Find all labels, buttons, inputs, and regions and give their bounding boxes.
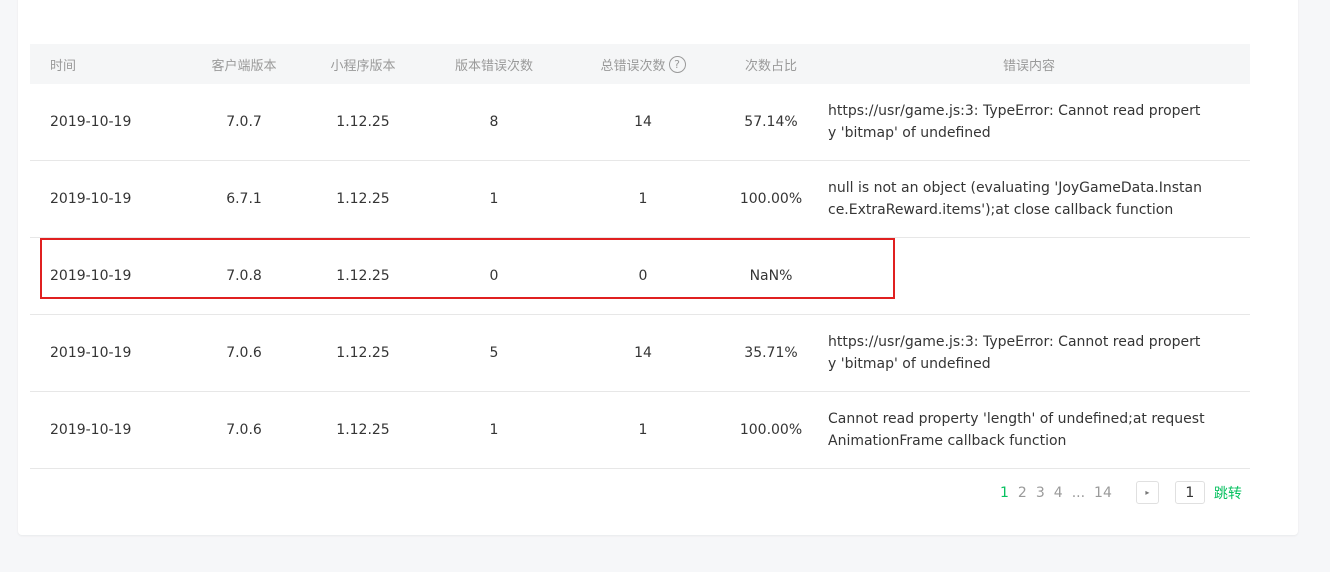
error-table: 时间 客户端版本 小程序版本 版本错误次数 总错误次数 ? 次数占比 错误内容 … (30, 44, 1250, 469)
cell-client-version: 7.0.8 (226, 268, 262, 284)
page-ellipsis: ... (1071, 484, 1086, 501)
page-link-last[interactable]: 14 (1094, 485, 1112, 501)
cell-version-errors: 5 (489, 345, 499, 361)
cell-date: 2019-10-19 (50, 114, 132, 130)
cell-version-errors: 0 (489, 268, 499, 284)
cell-total-errors: 1 (638, 422, 648, 438)
cell-mini-version: 1.12.25 (336, 422, 390, 438)
cell-mini-version: 1.12.25 (336, 114, 390, 130)
cell-date: 2019-10-19 (50, 345, 132, 361)
table-row: 2019-10-19 6.7.1 1.12.25 1 1 100.00% nul… (30, 161, 1250, 238)
cell-message: Cannot read property 'length' of undefin… (828, 411, 1205, 449)
cell-mini-version: 1.12.25 (336, 191, 390, 207)
cell-ratio: 35.71% (744, 345, 798, 361)
cell-version-errors: 1 (489, 191, 499, 207)
cell-message: https://usr/game.js:3: TypeError: Cannot… (828, 334, 1201, 372)
table-row: 2019-10-19 7.0.6 1.12.25 5 14 35.71% htt… (30, 315, 1250, 392)
cell-client-version: 7.0.6 (226, 345, 262, 361)
cell-client-version: 6.7.1 (226, 191, 262, 207)
cell-client-version: 7.0.6 (226, 422, 262, 438)
cell-version-errors: 1 (489, 422, 499, 438)
table-row: 2019-10-19 7.0.6 1.12.25 1 1 100.00% Can… (30, 392, 1250, 469)
page-link-4[interactable]: 4 (1054, 485, 1063, 501)
jump-button[interactable]: 跳转 (1214, 483, 1242, 503)
header-mini-version: 小程序版本 (330, 58, 396, 74)
cell-date: 2019-10-19 (50, 191, 132, 207)
cell-ratio: NaN% (749, 268, 793, 284)
caret-right-icon: ▸ (1145, 488, 1150, 497)
page-jump-input[interactable] (1174, 481, 1205, 504)
cell-message: https://usr/game.js:3: TypeError: Cannot… (828, 103, 1201, 141)
table-row: 2019-10-19 7.0.8 1.12.25 0 0 NaN% (30, 238, 1250, 315)
table-header: 时间 客户端版本 小程序版本 版本错误次数 总错误次数 ? 次数占比 错误内容 (30, 44, 1250, 84)
pagination: 1 2 3 4 ... 14 ▸ 跳转 (1000, 480, 1242, 505)
header-total-errors-label: 总错误次数 (600, 58, 666, 74)
header-client-version: 客户端版本 (211, 58, 277, 74)
cell-message: null is not an object (evaluating 'JoyGa… (828, 180, 1202, 218)
cell-date: 2019-10-19 (50, 268, 132, 284)
header-total-errors: 总错误次数 ? (583, 44, 703, 84)
cell-total-errors: 1 (638, 191, 648, 207)
cell-mini-version: 1.12.25 (336, 345, 390, 361)
question-circle-icon[interactable]: ? (668, 55, 686, 73)
header-version-errors: 版本错误次数 (454, 58, 533, 74)
table-row: 2019-10-19 7.0.7 1.12.25 8 14 57.14% htt… (30, 84, 1250, 161)
header-message: 错误内容 (1002, 58, 1055, 74)
page-link-1[interactable]: 1 (1000, 485, 1009, 501)
cell-date: 2019-10-19 (50, 422, 132, 438)
header-date: 时间 (50, 58, 77, 74)
cell-total-errors: 14 (634, 114, 652, 130)
page-link-3[interactable]: 3 (1036, 485, 1045, 501)
cell-ratio: 100.00% (739, 422, 803, 438)
cell-mini-version: 1.12.25 (336, 268, 390, 284)
cell-total-errors: 14 (634, 345, 652, 361)
cell-ratio: 57.14% (744, 114, 798, 130)
cell-client-version: 7.0.7 (226, 114, 262, 130)
next-page-button[interactable]: ▸ (1135, 481, 1159, 504)
cell-message (828, 238, 1230, 314)
page-link-2[interactable]: 2 (1018, 485, 1027, 501)
cell-total-errors: 0 (638, 268, 648, 284)
header-ratio: 次数占比 (744, 58, 797, 74)
cell-ratio: 100.00% (739, 191, 803, 207)
cell-version-errors: 8 (489, 114, 499, 130)
